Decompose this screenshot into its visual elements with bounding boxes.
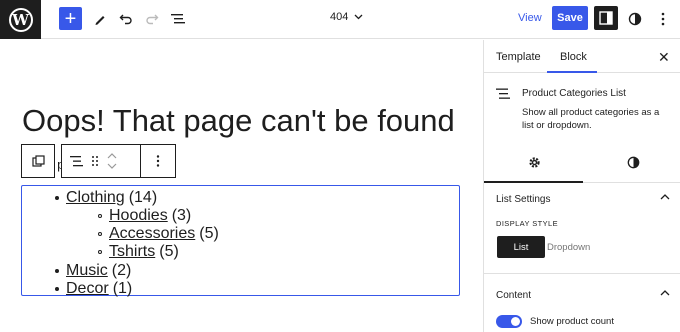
settings-sidebar: Template Block ✕ Product Categories List… bbox=[483, 40, 680, 332]
display-style-toggle: List Dropdown bbox=[497, 236, 590, 258]
tab-block[interactable]: Block bbox=[560, 51, 587, 63]
active-tab-indicator bbox=[547, 71, 597, 73]
redo-icon bbox=[146, 14, 159, 25]
list-item: Decor (1) bbox=[55, 280, 132, 298]
bullet bbox=[55, 287, 59, 291]
show-count-label: Show product count bbox=[530, 316, 614, 327]
pencil-icon bbox=[95, 16, 105, 25]
document-overview-button[interactable] bbox=[166, 7, 190, 31]
block-description: Show all product categories as a list or… bbox=[522, 107, 660, 131]
block-transform-button[interactable] bbox=[21, 144, 55, 178]
editor-canvas: Oops! That page can't be found ur produc… bbox=[0, 40, 483, 332]
block-title: Product Categories List bbox=[522, 88, 626, 99]
content-panel-header[interactable]: Content bbox=[484, 279, 680, 311]
bullet bbox=[98, 232, 102, 236]
category-link[interactable]: Music bbox=[66, 262, 108, 280]
divider bbox=[484, 273, 680, 274]
display-style-dropdown-option[interactable]: Dropdown bbox=[547, 242, 590, 253]
undo-icon bbox=[119, 14, 132, 25]
panel-title: List Settings bbox=[496, 194, 551, 205]
more-vertical-icon bbox=[661, 12, 665, 26]
list-item: Accessories (5) bbox=[98, 225, 219, 243]
product-categories-block[interactable]: Clothing (14) Hoodies (3) Accessories (5… bbox=[21, 185, 460, 298]
document-title-selector[interactable]: 404 bbox=[330, 11, 363, 23]
save-button[interactable]: Save bbox=[552, 6, 588, 30]
move-up-down-icon[interactable] bbox=[107, 152, 117, 170]
category-count: (2) bbox=[111, 262, 132, 279]
document-title: 404 bbox=[330, 11, 349, 23]
display-style-label: DISPLAY STYLE bbox=[496, 219, 559, 228]
duplicate-icon bbox=[31, 154, 45, 167]
top-toolbar: W + 404 View Save bbox=[0, 0, 680, 39]
tab-template[interactable]: Template bbox=[496, 51, 541, 63]
wordpress-logo-button[interactable]: W bbox=[0, 0, 41, 39]
list-item: Music (2) bbox=[55, 262, 131, 280]
list-item: Clothing (14) bbox=[55, 189, 157, 207]
gear-icon[interactable] bbox=[528, 156, 541, 169]
view-link[interactable]: View bbox=[518, 12, 542, 24]
list-item: Hoodies (3) bbox=[98, 207, 191, 225]
redo-button[interactable] bbox=[140, 7, 164, 31]
chevron-up-icon bbox=[660, 290, 670, 296]
list-settings-panel-header[interactable]: List Settings bbox=[484, 183, 680, 215]
tools-button[interactable] bbox=[88, 7, 112, 31]
list-view-icon bbox=[171, 14, 185, 24]
chevron-up-icon bbox=[660, 194, 670, 200]
show-count-row: Show product count bbox=[496, 315, 614, 328]
category-link[interactable]: Clothing bbox=[66, 189, 125, 207]
category-link[interactable]: Tshirts bbox=[109, 243, 155, 261]
drag-handle-icon[interactable] bbox=[91, 155, 99, 167]
category-link[interactable]: Decor bbox=[66, 280, 109, 298]
plus-icon: + bbox=[64, 7, 77, 30]
list-item: Tshirts (5) bbox=[98, 243, 179, 261]
block-options-button[interactable] bbox=[140, 144, 176, 178]
inspector-tabs bbox=[484, 146, 680, 183]
category-count: (1) bbox=[112, 280, 133, 297]
settings-panel-icon bbox=[599, 11, 613, 25]
bullet bbox=[98, 214, 102, 218]
chevron-down-icon bbox=[354, 14, 363, 20]
bullet bbox=[55, 196, 59, 200]
category-count: (3) bbox=[171, 207, 192, 224]
category-count: (5) bbox=[199, 225, 219, 242]
category-link[interactable]: Accessories bbox=[109, 225, 195, 243]
settings-panel-button[interactable] bbox=[594, 6, 618, 30]
styles-icon[interactable] bbox=[627, 156, 640, 169]
toggle-knob bbox=[511, 317, 520, 326]
bullet bbox=[55, 269, 59, 273]
add-block-button[interactable]: + bbox=[59, 7, 82, 30]
panel-title: Content bbox=[496, 290, 532, 301]
styles-icon bbox=[628, 12, 642, 26]
bullet bbox=[98, 250, 102, 254]
page-heading[interactable]: Oops! That page can't be found bbox=[22, 103, 455, 139]
show-product-count-toggle[interactable] bbox=[496, 315, 522, 328]
more-vertical-icon bbox=[156, 155, 160, 167]
category-count: (5) bbox=[159, 243, 179, 260]
wordpress-icon: W bbox=[8, 7, 33, 32]
sidebar-tabs: Template Block ✕ bbox=[484, 40, 680, 73]
close-icon[interactable]: ✕ bbox=[658, 49, 670, 66]
display-style-list-option[interactable]: List bbox=[497, 236, 545, 258]
block-controls-group bbox=[61, 144, 141, 178]
block-toolbar bbox=[21, 144, 176, 178]
category-link[interactable]: Hoodies bbox=[109, 207, 168, 225]
options-button[interactable] bbox=[651, 7, 675, 31]
block-type-icon bbox=[496, 88, 510, 99]
undo-button[interactable] bbox=[114, 7, 138, 31]
category-count: (14) bbox=[128, 189, 158, 206]
styles-button[interactable] bbox=[623, 7, 647, 31]
block-type-icon[interactable] bbox=[70, 155, 83, 167]
